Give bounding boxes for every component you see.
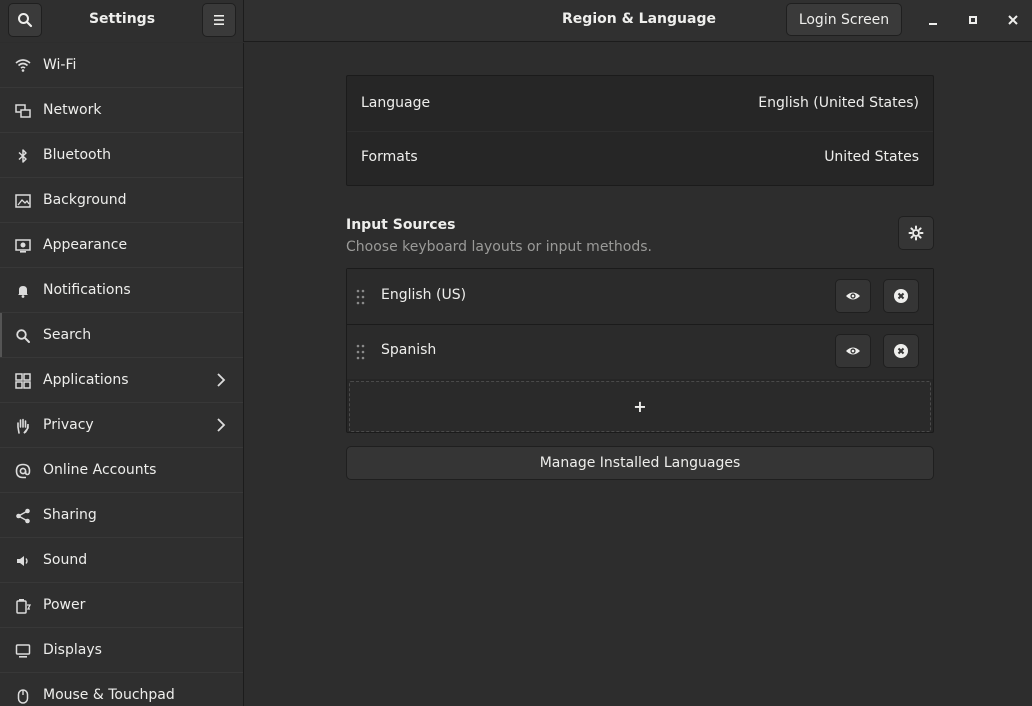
sidebar-item-label: Network bbox=[43, 102, 102, 118]
bell-icon bbox=[14, 282, 32, 300]
chevron-right-icon bbox=[213, 417, 229, 433]
menu-button[interactable] bbox=[202, 3, 236, 37]
sidebar-item-label: Power bbox=[43, 597, 86, 613]
sidebar-item-label: Wi-Fi bbox=[43, 57, 77, 73]
appearance-icon bbox=[14, 237, 32, 255]
main-content: Language English (United States) Formats… bbox=[245, 43, 1032, 706]
sidebar-item-displays[interactable]: Displays bbox=[0, 628, 243, 673]
sidebar-item-appearance[interactable]: Appearance bbox=[0, 223, 243, 268]
page-title: Region & Language bbox=[562, 11, 716, 27]
background-icon bbox=[14, 192, 32, 210]
language-value: English (United States) bbox=[758, 95, 919, 111]
settings-window: Settings Region & Language Login Screen … bbox=[0, 0, 1032, 706]
sidebar-item-label: Search bbox=[43, 327, 92, 343]
language-label: Language bbox=[361, 95, 431, 111]
eye-icon bbox=[846, 347, 860, 355]
input-source-row[interactable]: Spanish bbox=[347, 325, 933, 379]
sidebar-item-sound[interactable]: Sound bbox=[0, 538, 243, 583]
input-source-name: English (US) bbox=[381, 287, 467, 303]
preview-layout-button[interactable] bbox=[835, 334, 871, 368]
display-icon bbox=[14, 642, 32, 660]
hand-icon bbox=[14, 417, 32, 435]
sidebar-item-network[interactable]: Network bbox=[0, 88, 243, 133]
remove-circle-icon bbox=[894, 289, 908, 303]
input-sources-list: English (US) Spanish + bbox=[346, 268, 934, 433]
sidebar-item-wifi[interactable]: Wi-Fi bbox=[0, 43, 243, 88]
minimize-button[interactable] bbox=[921, 8, 945, 32]
sidebar-item-background[interactable]: Background bbox=[0, 178, 243, 223]
add-input-source-button[interactable]: + bbox=[349, 381, 931, 432]
login-screen-button[interactable]: Login Screen bbox=[786, 3, 902, 36]
input-sources-title: Input Sources bbox=[346, 217, 456, 233]
formats-value: United States bbox=[824, 149, 919, 165]
power-icon bbox=[14, 597, 32, 615]
hamburger-icon bbox=[214, 15, 224, 25]
eye-icon bbox=[846, 292, 860, 300]
sidebar-item-label: Appearance bbox=[43, 237, 128, 253]
sidebar-item-label: Sharing bbox=[43, 507, 97, 523]
remove-circle-icon bbox=[894, 344, 908, 358]
at-icon bbox=[14, 462, 32, 480]
drag-handle-icon[interactable] bbox=[356, 289, 366, 309]
close-button[interactable] bbox=[1001, 8, 1025, 32]
sidebar-item-mouse-touchpad[interactable]: Mouse & Touchpad bbox=[0, 673, 243, 706]
sidebar-item-power[interactable]: Power bbox=[0, 583, 243, 628]
drag-handle-icon[interactable] bbox=[356, 344, 366, 364]
input-sources-subtitle: Choose keyboard layouts or input methods… bbox=[346, 239, 652, 255]
input-sources-options-button[interactable] bbox=[898, 216, 934, 250]
language-row[interactable]: Language English (United States) bbox=[347, 76, 933, 131]
sidebar-item-label: Displays bbox=[43, 642, 102, 658]
close-icon bbox=[1008, 15, 1018, 25]
remove-source-button[interactable] bbox=[883, 279, 919, 313]
sidebar-item-applications[interactable]: Applications bbox=[0, 358, 243, 403]
grid-icon bbox=[14, 372, 32, 390]
manage-installed-languages-button[interactable]: Manage Installed Languages bbox=[346, 446, 934, 480]
sidebar-item-notifications[interactable]: Notifications bbox=[0, 268, 243, 313]
sidebar-item-label: Sound bbox=[43, 552, 88, 568]
formats-label: Formats bbox=[361, 149, 418, 165]
sidebar-item-sharing[interactable]: Sharing bbox=[0, 493, 243, 538]
input-source-row[interactable]: English (US) bbox=[347, 269, 933, 324]
sidebar-item-label: Background bbox=[43, 192, 127, 208]
add-icon: + bbox=[633, 397, 647, 416]
search-icon bbox=[18, 13, 33, 28]
preview-layout-button[interactable] bbox=[835, 279, 871, 313]
sidebar-item-online-accounts[interactable]: Online Accounts bbox=[0, 448, 243, 493]
bluetooth-icon bbox=[14, 147, 32, 165]
chevron-right-icon bbox=[213, 372, 229, 388]
search-button[interactable] bbox=[8, 3, 42, 37]
wifi-icon bbox=[14, 56, 32, 74]
header-bar: Settings Region & Language Login Screen bbox=[0, 0, 1032, 42]
remove-source-button[interactable] bbox=[883, 334, 919, 368]
gear-icon bbox=[908, 225, 924, 241]
formats-row[interactable]: Formats United States bbox=[347, 132, 933, 185]
maximize-button[interactable] bbox=[961, 8, 985, 32]
app-title: Settings bbox=[88, 11, 156, 27]
mouse-icon bbox=[14, 687, 32, 705]
search-icon bbox=[14, 327, 32, 345]
sidebar-item-label: Privacy bbox=[43, 417, 94, 433]
sidebar-item-label: Notifications bbox=[43, 282, 131, 298]
network-icon bbox=[14, 102, 32, 120]
sidebar-item-label: Mouse & Touchpad bbox=[43, 687, 175, 703]
region-frame: Language English (United States) Formats… bbox=[346, 75, 934, 186]
input-source-name: Spanish bbox=[381, 342, 437, 358]
sidebar-header: Settings bbox=[0, 0, 244, 42]
share-icon bbox=[14, 507, 32, 525]
sidebar-item-search[interactable]: Search bbox=[0, 313, 243, 358]
sidebar-item-label: Bluetooth bbox=[43, 147, 111, 163]
sidebar-item-bluetooth[interactable]: Bluetooth bbox=[0, 133, 243, 178]
sidebar: Wi-Fi Network Bluetooth Background Appea… bbox=[0, 43, 244, 706]
speaker-icon bbox=[14, 552, 32, 570]
maximize-icon bbox=[969, 16, 977, 24]
minimize-icon bbox=[929, 23, 937, 25]
sidebar-item-label: Applications bbox=[43, 372, 129, 388]
sidebar-item-label: Online Accounts bbox=[43, 462, 157, 478]
sidebar-item-privacy[interactable]: Privacy bbox=[0, 403, 243, 448]
